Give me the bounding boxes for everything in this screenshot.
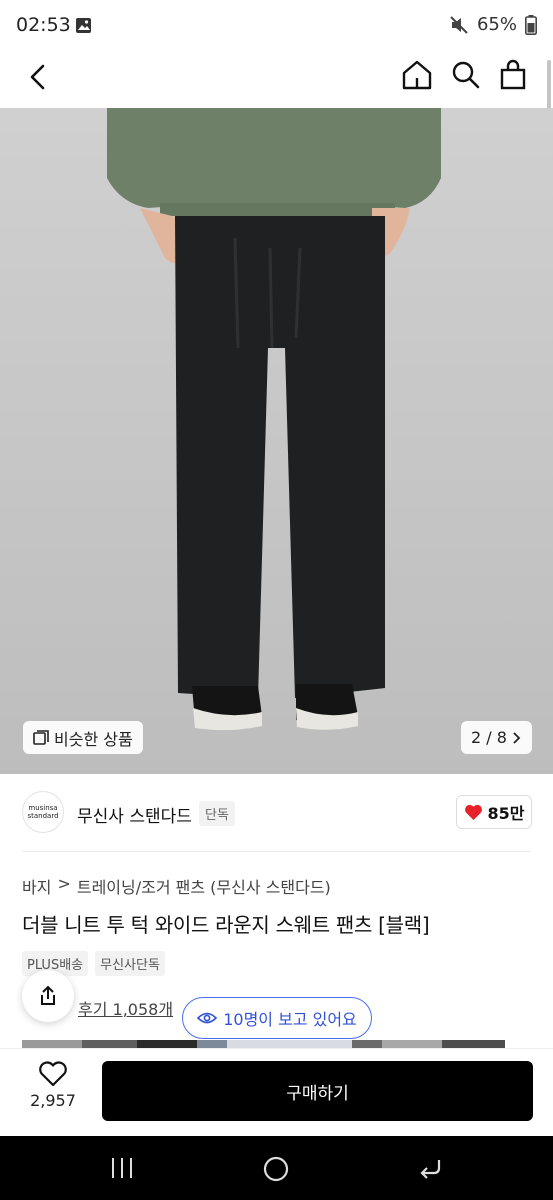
- review-link[interactable]: 후기 1,058개: [78, 996, 173, 1020]
- breadcrumb-parent[interactable]: 바지: [22, 874, 51, 898]
- cart-icon[interactable]: [499, 59, 527, 90]
- status-time: 02:53: [16, 14, 71, 36]
- share-button[interactable]: [22, 970, 74, 1022]
- nav-home-icon[interactable]: [262, 1155, 290, 1183]
- heart-icon: [464, 804, 482, 820]
- page-indicator-text: 2 / 8: [471, 728, 507, 747]
- status-bar: 02:53 65%: [0, 0, 553, 52]
- brand-name[interactable]: 무신사 스탠다드: [77, 802, 192, 827]
- brand-exclusive-tag: 단독: [199, 801, 235, 826]
- divider: [22, 851, 531, 852]
- viewers-count-text: 10명이 보고 있어요: [223, 1010, 357, 1029]
- eye-icon: [197, 1012, 218, 1024]
- brand-logo-line2: standard: [27, 812, 59, 820]
- battery-icon: [525, 14, 537, 35]
- wishlist-count: 2,957: [30, 1091, 76, 1110]
- review-thumbnail-strip: [22, 1040, 505, 1048]
- breadcrumb: 바지 > 트레이닝/조거 팬츠 (무신사 스탠다드): [22, 874, 331, 898]
- breadcrumb-category[interactable]: 트레이닝/조거 팬츠 (무신사 스탠다드): [77, 874, 331, 898]
- status-right: 65%: [449, 14, 537, 35]
- similar-icon: [33, 729, 49, 745]
- search-icon[interactable]: [451, 60, 481, 90]
- mute-icon: [450, 15, 468, 34]
- wishlist-button[interactable]: 2,957: [22, 1061, 84, 1110]
- nav-back-icon[interactable]: [417, 1156, 443, 1180]
- chevron-right-icon: [513, 731, 521, 744]
- viewers-count-pill: 10명이 보고 있어요: [182, 997, 372, 1039]
- heart-outline-icon: [39, 1061, 67, 1087]
- product-title: 더블 니트 투 턱 와이드 라운지 스웨트 팬츠 [블랙]: [22, 913, 430, 937]
- brand-like-count: 85만: [487, 804, 525, 823]
- product-image-carousel[interactable]: 비슷한 상품 2 / 8: [0, 108, 553, 774]
- buy-button[interactable]: 구매하기: [102, 1061, 533, 1121]
- product-photo: [0, 108, 553, 774]
- similar-products-button[interactable]: 비슷한 상품: [23, 721, 143, 754]
- gallery-notification-icon: [76, 18, 91, 33]
- similar-products-label: 비슷한 상품: [54, 729, 133, 749]
- home-icon[interactable]: [401, 60, 433, 90]
- scroll-indicator: [547, 60, 551, 112]
- image-page-indicator[interactable]: 2 / 8: [461, 721, 532, 754]
- nav-recents-icon[interactable]: [109, 1156, 135, 1180]
- brand-logo-line1: musinsa: [28, 804, 58, 812]
- brand-like-button[interactable]: 85만: [456, 795, 532, 829]
- share-icon: [41, 985, 55, 1005]
- app-header: [0, 52, 553, 108]
- breadcrumb-separator: >: [57, 874, 71, 893]
- system-navigation-bar: [0, 1136, 553, 1200]
- back-icon[interactable]: [27, 64, 49, 90]
- brand-logo[interactable]: musinsa standard: [22, 791, 64, 833]
- battery-percent: 65%: [476, 14, 517, 35]
- badge-exclusive: 무신사단독: [95, 951, 165, 976]
